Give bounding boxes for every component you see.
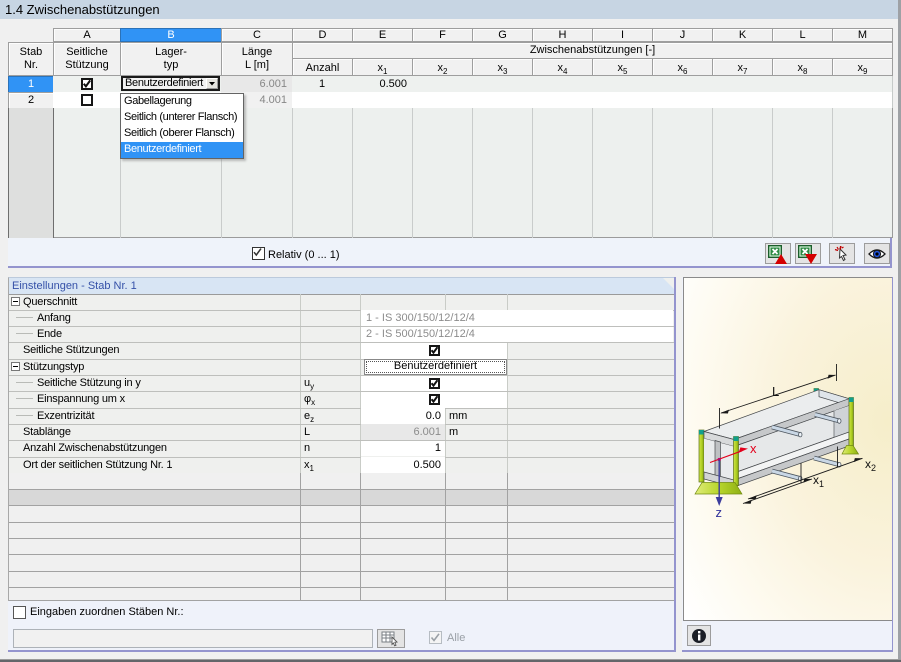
svg-text:x: x (750, 441, 757, 456)
svg-text:z: z (716, 505, 723, 520)
svg-text:2: 2 (871, 463, 876, 473)
svg-text:1: 1 (819, 479, 824, 489)
svg-text:L: L (772, 384, 779, 399)
